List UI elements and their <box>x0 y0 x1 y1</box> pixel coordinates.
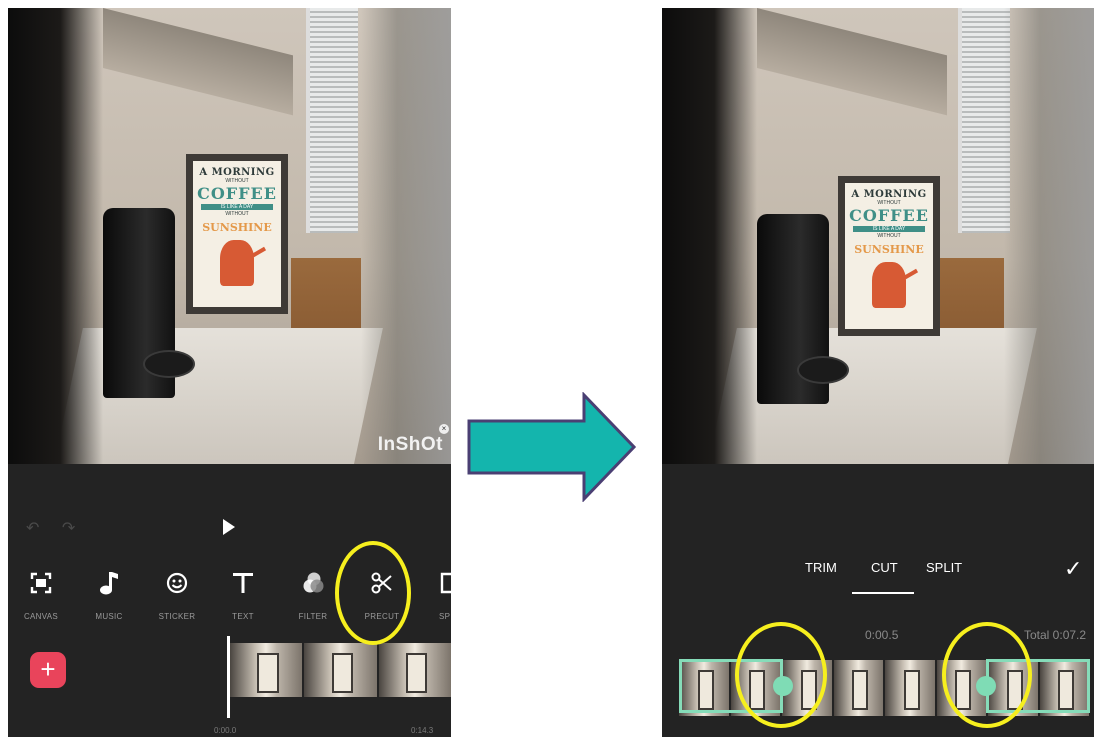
edit-mode-tabs: TRIM CUT SPLIT <box>662 548 1094 598</box>
poster-line4: IS LIKE A DAY <box>853 226 925 232</box>
timeline-playhead[interactable] <box>227 636 230 718</box>
tab-split[interactable]: SPLIT <box>926 560 962 575</box>
poster-line5: WITHOUT <box>225 211 249 217</box>
tool-text[interactable]: TEXT <box>208 570 278 621</box>
poster-line5: WITHOUT <box>877 233 901 239</box>
tab-trim[interactable]: TRIM <box>805 560 837 575</box>
watermark-close-icon[interactable]: × <box>439 424 449 434</box>
poster-line1: A MORNING <box>199 167 275 178</box>
redo-icon[interactable]: ↷ <box>62 520 75 537</box>
video-blur-right <box>361 8 451 464</box>
video-preview: A MORNING WITHOUT COFFEE IS LIKE A DAY W… <box>662 8 1094 464</box>
video-blur-left <box>662 8 757 464</box>
tab-cut[interactable]: CUT <box>871 560 898 575</box>
timeline-start-time: 0:00.0 <box>214 726 237 735</box>
inshot-watermark[interactable]: InShOt <box>378 434 443 456</box>
timeline-thumbnail <box>304 643 377 697</box>
tool-canvas[interactable]: CANVAS <box>8 570 76 621</box>
timeline-thumbnail <box>230 643 303 697</box>
video-preview: A MORNING WITHOUT COFFEE IS LIKE A DAY W… <box>8 8 451 464</box>
timeline-strip[interactable] <box>230 643 451 697</box>
text-icon <box>208 570 278 596</box>
tool-label: TEXT <box>232 612 254 621</box>
undo-icon[interactable]: ↶ <box>26 520 39 537</box>
timeline-thumbnail <box>378 643 451 697</box>
video-poster: A MORNING WITHOUT COFFEE IS LIKE A DAY W… <box>186 154 288 314</box>
poster-line6: SUNSHINE <box>202 221 272 234</box>
music-note-icon <box>74 570 144 596</box>
precut-highlight-circle <box>335 541 411 645</box>
kettle-image <box>220 240 254 286</box>
kettle-image <box>872 262 906 308</box>
tool-label: CANVAS <box>23 612 59 621</box>
tool-label: SP <box>439 612 451 621</box>
poster-line1: A MORNING <box>851 189 927 200</box>
canvas-icon <box>8 570 76 596</box>
video-blur-right <box>1004 8 1094 464</box>
timeline-end-time: 0:14.3 <box>411 726 434 735</box>
before-screen: A MORNING WITHOUT COFFEE IS LIKE A DAY W… <box>8 8 451 737</box>
timeline-thumbnail <box>885 660 935 716</box>
tool-label: STICKER <box>158 612 196 621</box>
tool-speed[interactable]: SP <box>411 570 451 621</box>
transition-arrow-icon <box>467 392 637 502</box>
active-tab-indicator <box>852 592 914 594</box>
undo-redo: ↶ ↷ <box>26 518 75 538</box>
poster-line6: SUNSHINE <box>854 243 924 256</box>
add-clip-button[interactable]: + <box>30 652 66 688</box>
video-window <box>306 8 358 233</box>
video-window <box>958 8 1010 233</box>
total-duration: Total 0:07.2 <box>1024 628 1087 642</box>
confirm-check-icon[interactable]: ✓ <box>1064 556 1082 582</box>
video-coffee-machine <box>103 208 195 398</box>
poster-line3: COFFEE <box>849 206 929 225</box>
video-blur-left <box>8 8 103 464</box>
after-screen: A MORNING WITHOUT COFFEE IS LIKE A DAY W… <box>662 8 1094 737</box>
tool-sticker[interactable]: STICKER <box>142 570 212 621</box>
tool-music[interactable]: MUSIC <box>74 570 144 621</box>
poster-line4: IS LIKE A DAY <box>201 204 273 210</box>
poster-line3: COFFEE <box>197 184 277 203</box>
smiley-icon <box>142 570 212 596</box>
play-icon[interactable] <box>223 519 235 535</box>
video-poster: A MORNING WITHOUT COFFEE IS LIKE A DAY W… <box>838 176 940 336</box>
speed-icon <box>411 570 451 596</box>
timeline-thumbnail <box>833 660 883 716</box>
start-handle-highlight-circle <box>735 622 827 728</box>
end-handle-highlight-circle <box>942 622 1032 728</box>
current-time: 0:00.5 <box>865 628 899 642</box>
video-coffee-machine <box>757 214 849 404</box>
tool-label: MUSIC <box>95 612 123 621</box>
